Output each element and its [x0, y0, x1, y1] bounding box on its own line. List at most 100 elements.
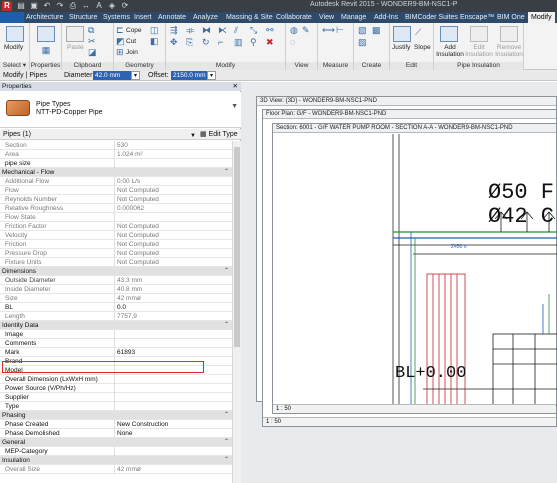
- edit-insulation-icon[interactable]: [470, 26, 488, 42]
- property-group-header[interactable]: Insulation ⌃: [0, 456, 232, 465]
- paste-button[interactable]: Paste: [67, 44, 84, 51]
- edit-insulation-button[interactable]: Edit Insulation: [465, 44, 493, 58]
- join-icon[interactable]: ⊞: [116, 47, 124, 58]
- remove-insulation-icon[interactable]: [500, 26, 518, 42]
- drawing-area[interactable]: 3D View: {3D} - WONDER9-BM-NSC1-PND Floo…: [241, 82, 557, 483]
- delete-icon[interactable]: ✖: [266, 37, 274, 48]
- section-scale-label[interactable]: 1 : 50: [276, 406, 291, 412]
- tab-manage[interactable]: Manage: [341, 12, 366, 23]
- save-icon[interactable]: ▣: [29, 1, 39, 11]
- property-row[interactable]: Type: [0, 402, 232, 411]
- trim-icon[interactable]: ⌐: [218, 37, 223, 48]
- modify-cursor-icon[interactable]: [6, 26, 24, 42]
- tab-add-ins[interactable]: Add-Ins: [374, 12, 398, 23]
- remove-insulation-button[interactable]: Remove Insulation: [494, 44, 524, 58]
- property-row[interactable]: Pressure Drop Not Computed: [0, 249, 232, 258]
- offset-input[interactable]: 2150.0 mm: [171, 71, 207, 80]
- collapse-icon[interactable]: ⌃: [224, 267, 229, 276]
- property-group-header[interactable]: Dimensions ⌃: [0, 267, 232, 276]
- cut-geometry-button[interactable]: Cut: [126, 38, 136, 45]
- property-row[interactable]: Size 42 mmø: [0, 294, 232, 303]
- sync-icon[interactable]: ⟳: [120, 1, 130, 11]
- print-icon[interactable]: ⎙: [68, 1, 78, 11]
- property-row[interactable]: Mark 61893: [0, 348, 232, 357]
- property-row[interactable]: Supplier: [0, 393, 232, 402]
- cope-button[interactable]: Cope: [126, 27, 142, 34]
- align-icon[interactable]: ⇶: [170, 25, 178, 36]
- justify-button[interactable]: Justify: [392, 44, 410, 51]
- diameter-dropdown-icon[interactable]: ▾: [131, 71, 140, 80]
- tab-insert[interactable]: Insert: [134, 12, 152, 23]
- text-icon[interactable]: A: [94, 1, 104, 11]
- tab-annotate[interactable]: Annotate: [158, 12, 186, 23]
- mirror-pick-icon[interactable]: ⧓: [202, 25, 211, 36]
- property-value[interactable]: 0.0: [117, 303, 126, 312]
- tab-architecture[interactable]: Architecture: [26, 12, 63, 23]
- create-similar-icon[interactable]: ▨: [358, 37, 367, 48]
- property-group-header[interactable]: General ⌃: [0, 438, 232, 447]
- scale-label[interactable]: 1 : 50: [266, 419, 281, 425]
- property-row[interactable]: Image: [0, 330, 232, 339]
- property-value[interactable]: 61893: [117, 348, 135, 357]
- property-row[interactable]: pipe size: [0, 159, 232, 168]
- property-row[interactable]: Flow Not Computed: [0, 186, 232, 195]
- view-title-3d[interactable]: 3D View: {3D} - WONDER9-BM-NSC1-PND: [257, 97, 556, 106]
- cut-geometry-icon[interactable]: ◩: [116, 36, 125, 47]
- add-insulation-icon[interactable]: [440, 26, 458, 42]
- cut-icon[interactable]: ✂: [88, 36, 96, 47]
- properties-scrollbar[interactable]: [232, 141, 241, 483]
- property-row[interactable]: BL 0.0: [0, 303, 232, 312]
- justify-icon[interactable]: [393, 26, 411, 42]
- property-row[interactable]: Phase Demolished None: [0, 429, 232, 438]
- chevron-down-icon[interactable]: ▼: [231, 103, 238, 110]
- property-row[interactable]: Flow State: [0, 213, 232, 222]
- rotate-icon[interactable]: ↻: [202, 37, 210, 48]
- tab-bimcoder-suites[interactable]: BIMCoder Suites: [405, 12, 458, 23]
- copy-icon[interactable]: ⧉: [88, 25, 94, 36]
- scrollbar-thumb[interactable]: [234, 147, 240, 347]
- tab-collaborate[interactable]: Collaborate: [276, 12, 312, 23]
- property-row[interactable]: Additional Flow 0.00 L/s: [0, 177, 232, 186]
- property-row[interactable]: Relative Roughness 0.000062: [0, 204, 232, 213]
- view-window-section[interactable]: Section: 6001 - G/F WATER PUMP ROOM - SE…: [272, 123, 557, 414]
- override-graphics-icon[interactable]: ✎: [302, 25, 310, 36]
- collapse-icon[interactable]: ⌃: [224, 321, 229, 330]
- offset-dropdown-icon[interactable]: ▾: [207, 71, 216, 80]
- visibility-icon[interactable]: ◌: [290, 37, 295, 48]
- property-value[interactable]: None: [117, 429, 133, 438]
- tab-systems[interactable]: Systems: [103, 12, 130, 23]
- property-row[interactable]: Reynolds Number Not Computed: [0, 195, 232, 204]
- collapse-icon[interactable]: ⌃: [224, 438, 229, 447]
- match-icon[interactable]: ◪: [88, 47, 97, 58]
- create-group-icon[interactable]: ▩: [372, 25, 381, 36]
- array-icon[interactable]: ▥: [234, 37, 243, 48]
- property-row[interactable]: Outside Diameter 43.3 mm: [0, 276, 232, 285]
- measure-icon[interactable]: ↔: [81, 1, 91, 11]
- modify-button[interactable]: Modify: [4, 44, 23, 51]
- measure-distance-icon[interactable]: ⟷: [322, 25, 335, 36]
- property-row[interactable]: Overall Size 42 mmø: [0, 465, 232, 474]
- property-row[interactable]: Fixture Units Not Computed: [0, 258, 232, 267]
- offset-icon[interactable]: ⟚: [186, 25, 195, 36]
- tab-structure[interactable]: Structure: [69, 12, 97, 23]
- close-icon[interactable]: ✕: [233, 82, 238, 91]
- add-insulation-button[interactable]: Add Insulation: [436, 44, 464, 58]
- tab-bim-one[interactable]: BIM One: [497, 12, 525, 23]
- create-assembly-icon[interactable]: ▧: [358, 25, 367, 36]
- property-row[interactable]: Overall Dimension (LxWxH mm): [0, 375, 232, 384]
- tab-view[interactable]: View: [319, 12, 334, 23]
- property-row[interactable]: Power Source (V/Ph/Hz): [0, 384, 232, 393]
- move-icon[interactable]: ✥: [170, 37, 178, 48]
- properties-icon[interactable]: [37, 26, 55, 42]
- type-selector[interactable]: Pipe Types NTT-PD-Copper Pipe ▼: [0, 92, 241, 128]
- collapse-icon[interactable]: ⌃: [224, 168, 229, 177]
- tab-file[interactable]: [0, 12, 24, 23]
- mirror-draw-icon[interactable]: ⧔: [218, 25, 227, 36]
- undo-icon[interactable]: ↶: [42, 1, 52, 11]
- property-row[interactable]: Comments: [0, 339, 232, 348]
- dimension-icon[interactable]: ⊢: [336, 25, 344, 36]
- slope-icon[interactable]: ⟋: [415, 27, 421, 38]
- split-icon[interactable]: ⫽: [234, 25, 238, 36]
- instance-filter-label[interactable]: Pipes (1): [3, 129, 31, 140]
- tab-enscape[interactable]: Enscape™: [460, 12, 494, 23]
